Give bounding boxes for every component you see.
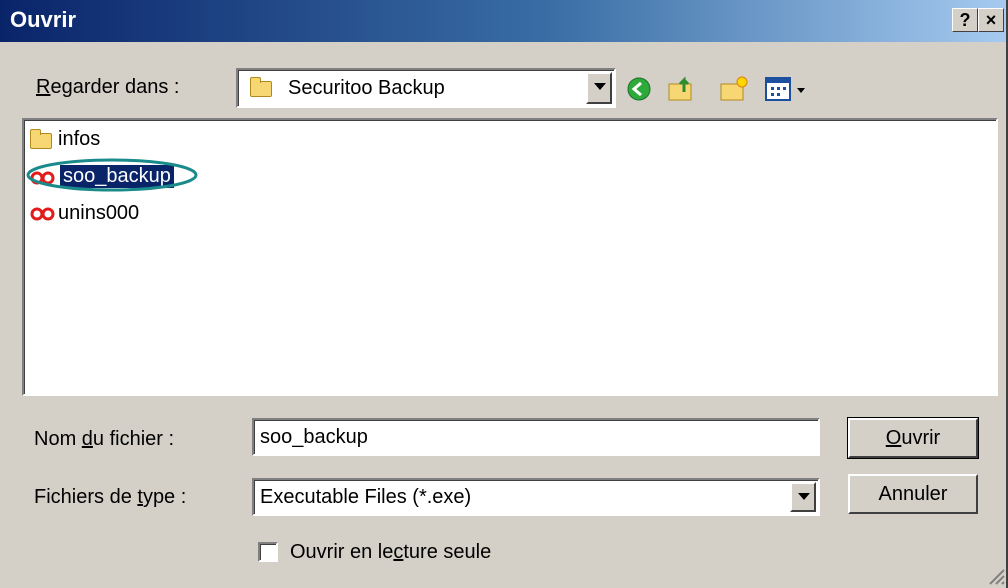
folder-icon [250,77,272,97]
filetype-value: Executable Files (*.exe) [260,486,472,508]
filename-label: Nom du fichier : [34,428,175,450]
readonly-label[interactable]: Ouvrir en lecture seule [290,541,491,564]
filename-input[interactable]: soo_backup [252,418,820,456]
program-icon [30,207,55,221]
open-dialog: Ouvrir ? × Regarder dans : Securitoo Bac… [0,0,1008,588]
new-folder-icon[interactable] [718,74,750,104]
folder-icon [30,129,52,149]
file-name: infos [58,128,101,150]
list-item[interactable]: infos [28,126,228,152]
back-arrow-icon[interactable] [626,76,652,102]
highlight-annotation [26,158,198,192]
lookin-label: Regarder dans : [36,76,180,98]
filetype-dropdown-arrow[interactable] [790,482,816,512]
filetype-select[interactable]: Executable Files (*.exe) [252,478,820,516]
title-bar[interactable]: Ouvrir ? × [0,0,1006,42]
readonly-checkbox[interactable] [258,542,278,562]
close-button[interactable]: × [978,8,1004,32]
file-name: unins000 [58,202,140,224]
lookin-dropdown-arrow[interactable] [586,72,612,104]
cancel-button[interactable]: Annuler [848,474,978,514]
lookin-combo[interactable]: Securitoo Backup [236,68,616,108]
window-title: Ouvrir [10,7,77,32]
open-button[interactable]: Ouvrir [847,417,979,459]
resize-grip[interactable] [986,566,1006,586]
list-item[interactable]: unins000 [28,200,228,226]
file-list[interactable]: infos soo_backup unins000 [22,118,998,396]
filetype-label: Fichiers de type : [34,486,187,508]
filename-value: soo_backup [260,426,368,448]
view-menu-icon[interactable] [764,76,810,102]
help-button[interactable]: ? [952,8,978,32]
up-folder-icon[interactable] [666,74,698,104]
lookin-value: Securitoo Backup [288,77,445,99]
